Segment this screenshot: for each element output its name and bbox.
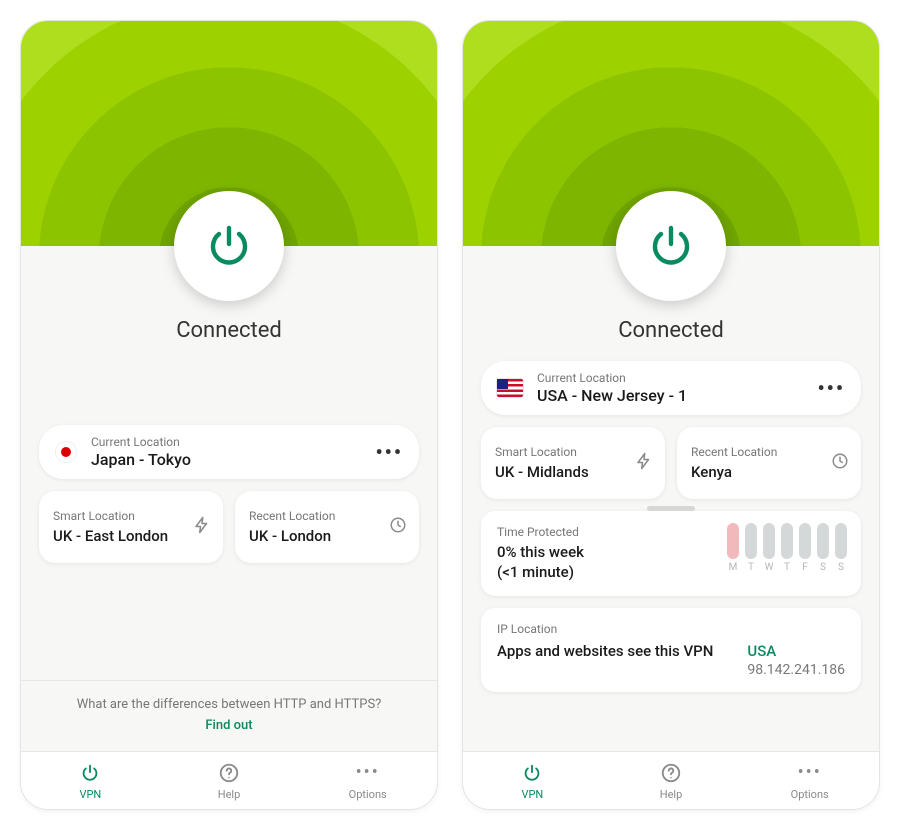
tab-help-label: Help xyxy=(218,788,241,801)
tab-help-label: Help xyxy=(660,788,683,801)
ip-country: USA xyxy=(747,642,845,660)
flag-usa-icon xyxy=(497,379,523,397)
ip-location-caption: Apps and websites see this VPN xyxy=(497,642,717,662)
day-bar xyxy=(727,523,739,559)
tip-banner: What are the differences between HTTP an… xyxy=(21,680,437,743)
day-column: F xyxy=(799,523,811,573)
smart-location-label: Smart Location xyxy=(495,445,651,459)
flag-japan-icon xyxy=(55,441,77,463)
ios-screen: Connected Current Location Japan - Tokyo… xyxy=(20,20,438,810)
day-bar xyxy=(817,523,829,559)
day-column: S xyxy=(835,523,847,573)
day-letter: S xyxy=(838,562,844,573)
day-bar xyxy=(763,523,775,559)
day-letter: W xyxy=(765,562,774,573)
recent-location-label: Recent Location xyxy=(249,509,405,523)
tab-options-label: Options xyxy=(791,788,829,801)
day-letter: S xyxy=(820,562,826,573)
tip-link[interactable]: Find out xyxy=(29,718,429,733)
smart-location-card[interactable]: Smart Location UK - East London xyxy=(39,491,223,563)
hero-background xyxy=(21,21,437,246)
current-location-value: Japan - Tokyo xyxy=(91,450,361,469)
tab-vpn-label: VPN xyxy=(79,788,101,801)
day-column: S xyxy=(817,523,829,573)
day-column: T xyxy=(781,523,793,573)
power-icon xyxy=(647,222,695,270)
power-small-icon xyxy=(521,762,543,784)
tip-question: What are the differences between HTTP an… xyxy=(77,697,382,712)
day-letter: T xyxy=(748,562,754,573)
android-screen: Connected Current Location USA - New Jer… xyxy=(462,20,880,810)
day-bar xyxy=(745,523,757,559)
recent-location-value: Kenya xyxy=(691,463,847,482)
time-protected-panel[interactable]: Time Protected 0% this week (<1 minute) … xyxy=(481,511,861,596)
day-bar xyxy=(835,523,847,559)
hero-background xyxy=(463,21,879,246)
more-icon[interactable]: ••• xyxy=(817,376,845,400)
current-location-row[interactable]: Current Location Japan - Tokyo ••• xyxy=(39,425,419,479)
smart-location-value: UK - East London xyxy=(53,527,209,546)
power-icon xyxy=(205,222,253,270)
clock-icon xyxy=(389,516,407,538)
help-icon xyxy=(218,762,240,784)
day-letter: M xyxy=(729,562,738,573)
day-letter: F xyxy=(802,562,808,573)
day-column: M xyxy=(727,523,739,573)
tab-vpn[interactable]: VPN xyxy=(21,752,160,809)
ip-address: 98.142.241.186 xyxy=(747,662,845,678)
smart-location-card[interactable]: Smart Location UK - Midlands xyxy=(481,427,665,499)
recent-location-card[interactable]: Recent Location Kenya xyxy=(677,427,861,499)
current-location-value: USA - New Jersey - 1 xyxy=(537,386,803,405)
tab-options[interactable]: ••• Options xyxy=(298,752,437,809)
lightning-icon xyxy=(193,516,211,538)
drag-handle-icon[interactable] xyxy=(647,506,695,511)
options-icon: ••• xyxy=(356,762,380,784)
connection-status: Connected xyxy=(463,318,879,343)
recent-location-card[interactable]: Recent Location UK - London xyxy=(235,491,419,563)
day-column: W xyxy=(763,523,775,573)
day-bar xyxy=(781,523,793,559)
content-area: Current Location USA - New Jersey - 1 ••… xyxy=(463,361,879,751)
day-bar xyxy=(799,523,811,559)
tab-vpn-label: VPN xyxy=(521,788,543,801)
smart-location-value: UK - Midlands xyxy=(495,463,651,482)
tab-help[interactable]: Help xyxy=(160,752,299,809)
week-bars: MTWTFSS xyxy=(727,523,847,573)
day-letter: T xyxy=(784,562,790,573)
recent-location-value: UK - London xyxy=(249,527,405,546)
tab-vpn[interactable]: VPN xyxy=(463,752,602,809)
smart-location-label: Smart Location xyxy=(53,509,209,523)
ip-location-panel[interactable]: IP Location Apps and websites see this V… xyxy=(481,608,861,692)
time-protected-value: 0% this week (<1 minute) xyxy=(497,543,688,582)
tab-options[interactable]: ••• Options xyxy=(740,752,879,809)
current-location-label: Current Location xyxy=(537,371,803,385)
ip-location-label: IP Location xyxy=(497,622,845,636)
options-icon: ••• xyxy=(798,762,822,784)
tab-help[interactable]: Help xyxy=(602,752,741,809)
current-location-row[interactable]: Current Location USA - New Jersey - 1 ••… xyxy=(481,361,861,415)
current-location-label: Current Location xyxy=(91,435,361,449)
tab-bar: VPN Help ••• Options xyxy=(21,751,437,809)
lightning-icon xyxy=(635,452,653,474)
help-icon xyxy=(660,762,682,784)
connection-status: Connected xyxy=(21,318,437,343)
tab-options-label: Options xyxy=(349,788,387,801)
power-button[interactable] xyxy=(174,191,284,301)
clock-icon xyxy=(831,452,849,474)
day-column: T xyxy=(745,523,757,573)
power-button[interactable] xyxy=(616,191,726,301)
content-area: Current Location Japan - Tokyo ••• Smart… xyxy=(21,361,437,751)
tab-bar: VPN Help ••• Options xyxy=(463,751,879,809)
power-small-icon xyxy=(79,762,101,784)
more-icon[interactable]: ••• xyxy=(375,440,403,464)
recent-location-label: Recent Location xyxy=(691,445,847,459)
